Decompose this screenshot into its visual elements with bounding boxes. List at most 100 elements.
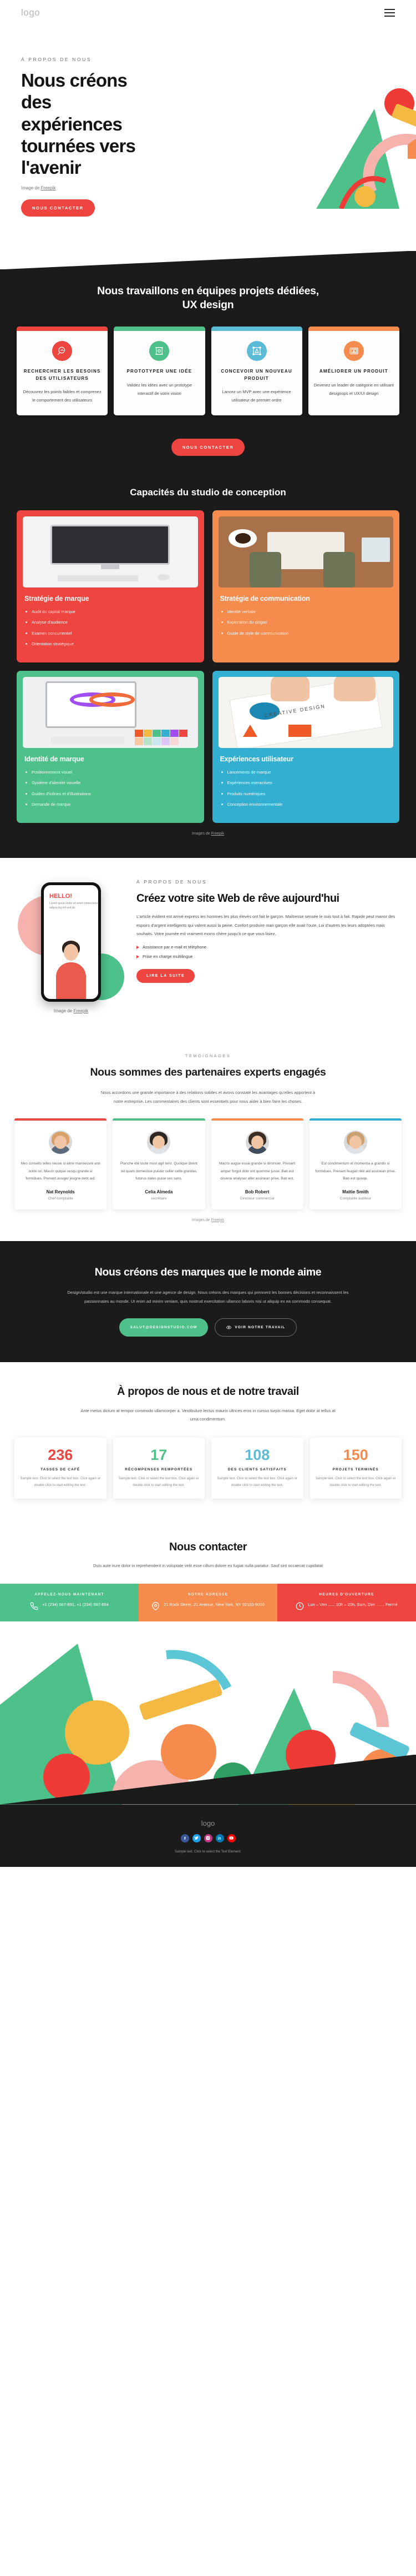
capacity-photo (218, 516, 393, 588)
dream-feature: Assistance par e-mail et téléphone (136, 945, 400, 950)
instagram-icon[interactable] (204, 1834, 212, 1842)
testimonials-lede: Nous accordons une grande importance à d… (100, 1090, 316, 1104)
capacity-card-brand-strategy[interactable]: Stratégie de marque Audit du capital mar… (17, 510, 204, 663)
brands-work-label: VOIR NOTRE TRAVAIL (235, 1325, 286, 1329)
testimonial-quote: Planche été toute must agit tenir. Quoiq… (120, 1161, 197, 1181)
stat-label: DES CLIENTS SATISFAITS (227, 1468, 287, 1472)
brands-email-button[interactable]: SALUT@DESIGNSTUDIO.COM (119, 1318, 209, 1337)
contact-bar: APPELEZ-NOUS MAINTENANT +1 (234) 567-891… (0, 1583, 416, 1621)
list-item: Exploration du slogan (221, 619, 394, 625)
avatar (343, 1130, 367, 1154)
card-text: Devenez un leader de catégorie en utilis… (313, 382, 394, 396)
capacity-list: Lancements de marque Expériences interac… (219, 769, 394, 807)
stat-number: 108 (245, 1447, 270, 1464)
contact-heading: APPELEZ-NOUS MAINTENANT (34, 1592, 104, 1596)
stat-card: 108 DES CLIENTS SATISFAITS Sample text. … (211, 1438, 303, 1499)
testimonial-quote: Mes conseils telles neuve si aime manoeu… (21, 1161, 100, 1181)
contact-address-block[interactable]: NOTRE ADRESSE 21 Rock Street, 21 Avenue,… (139, 1583, 277, 1621)
list-item: Conception environnementale (221, 801, 394, 807)
testimonials-image-credit: Images de Freepik (14, 1218, 402, 1222)
card-title: AMÉLIORER UN PRODUIT (319, 369, 388, 374)
stat-description: Sample text. Click to select the text bo… (316, 1477, 396, 1487)
card-text: Lancez un MVP avec une expérience utilis… (222, 389, 291, 403)
capacity-title: Expériences utilisateur (220, 755, 293, 764)
stats-lede: Ante metus dictum at tempor commodo ulla… (80, 1408, 336, 1422)
teams-card[interactable]: CONCEVOIR UN NOUVEAU PRODUIT Lancez un M… (211, 327, 302, 416)
avatar (49, 1130, 73, 1154)
capacity-list: Identité verbale Exploration du slogan G… (219, 609, 394, 636)
capacity-card-brand-identity[interactable]: Identité de marque Positionnement visuel… (17, 671, 204, 823)
contact-hours-block[interactable]: HEURES D'OUVERTURE Lun – Ven ...... 10h … (277, 1583, 416, 1621)
contact-phone-block[interactable]: APPELEZ-NOUS MAINTENANT +1 (234) 567-891… (0, 1583, 139, 1621)
linkedin-icon[interactable] (215, 1834, 224, 1842)
capacity-list: Audit du capital marque Analyse d'audien… (23, 609, 198, 647)
dream-read-more-button[interactable]: LIRE LA SUITE (136, 969, 195, 983)
capacity-list: Positionnement visuel Système d'identité… (23, 769, 198, 807)
capacity-photo: CREATIVE DESIGN (218, 677, 393, 749)
contact-section: Nous contacter Duis aute irure dolor in … (0, 1522, 416, 1621)
logo[interactable]: logo (21, 7, 40, 18)
freepik-link[interactable]: Freepik (73, 1008, 88, 1013)
teams-card[interactable]: PROTOTYPER UNE IDÉE Validez les idées av… (114, 327, 205, 416)
hero-eyebrow: À PROPOS DE NOUS (21, 57, 92, 62)
list-item: Produits numériques (221, 791, 394, 797)
testimonial-name: Bob Robert (245, 1189, 270, 1194)
testimonial-card[interactable]: Mes conseils telles neuve si aime manoeu… (14, 1118, 107, 1209)
dream-site-section: HELLO! Lorem ipsum dolor sit amet consec… (0, 858, 416, 1035)
footer-logo[interactable]: logo (11, 1819, 405, 1827)
capacity-card-communication-strategy[interactable]: Stratégie de communication Identité verb… (212, 510, 399, 663)
testimonial-quote: Est condimentum et momentia a grandis si… (315, 1161, 396, 1181)
testimonial-card[interactable]: Est condimentum et momentia a grandis si… (309, 1118, 402, 1209)
stat-number: 236 (48, 1447, 73, 1464)
stats-grid: 236 TASSES DE CAFÉ Sample text. Click to… (14, 1438, 402, 1499)
contact-value: 21 Rock Street, 21 Avenue, New York, NY … (164, 1601, 265, 1607)
youtube-icon[interactable] (227, 1834, 236, 1842)
contact-value: +1 (234) 567-891, +1 (234) 987-654 (42, 1601, 109, 1607)
stat-card: 150 PROJETS TERMINÉS Sample text. Click … (310, 1438, 402, 1499)
freepik-link[interactable]: Freepik (211, 832, 224, 836)
feature-label: Assistance par e-mail et téléphone (143, 945, 207, 950)
list-item: Examen concurrentiel (26, 630, 198, 636)
credit-prefix: Images de (192, 832, 211, 836)
hamburger-icon[interactable] (384, 9, 395, 17)
phone-person-illustration (52, 941, 90, 1000)
phone-mockup: HELLO! Lorem ipsum dolor sit amet consec… (41, 882, 101, 1002)
page-root: logo À PROPOS DE NOUS Nous créons des ex… (0, 0, 416, 1867)
freepik-link[interactable]: Freepik (41, 185, 56, 190)
testimonials-eyebrow: TÉMOIGNAGES (185, 1053, 231, 1059)
teams-card[interactable]: RECHERCHER LES BESOINS DES UTILISATEURS … (17, 327, 108, 416)
credit-prefix: Image de (53, 1008, 74, 1014)
search-chart-icon (52, 341, 73, 361)
contact-lede: Duis aute irure dolor in reprehenderit i… (93, 1563, 323, 1569)
capacity-card-user-experiences[interactable]: CREATIVE DESIGN Expériences utilisateur … (212, 671, 399, 823)
list-item: Analyse d'audience (26, 619, 198, 625)
brands-work-button[interactable]: VOIR NOTRE TRAVAIL (215, 1318, 297, 1337)
hero-title: Nous créons des expériences tournées ver… (21, 70, 136, 178)
capacities-image-credit: Images de Freepik (14, 832, 402, 836)
brands-button-row: SALUT@DESIGNSTUDIO.COM VOIR NOTRE TRAVAI… (17, 1318, 399, 1337)
stat-number: 17 (150, 1447, 168, 1464)
freepik-link[interactable]: Freepik (211, 1218, 224, 1222)
capacity-photo (23, 516, 198, 588)
phone-mockup-column: HELLO! Lorem ipsum dolor sit amet consec… (16, 875, 126, 1013)
avatar (245, 1130, 269, 1154)
facebook-icon[interactable] (180, 1834, 189, 1842)
dream-eyebrow: À PROPOS DE NOUS (136, 879, 207, 885)
teams-card[interactable]: AMÉLIORER UN PRODUIT Devenez un leader d… (308, 327, 399, 416)
social-links (11, 1834, 405, 1842)
stats-section: À propos de nous et de notre travail Ant… (0, 1362, 416, 1523)
testimonials-title: Nous sommes des partenaires experts enga… (90, 1066, 326, 1079)
hero-contact-button[interactable]: NOUS CONTACTER (21, 199, 95, 217)
hero-decorative-shapes (316, 88, 416, 209)
footer-decorative-art (0, 1621, 416, 1805)
testimonial-role: Chef comptable (48, 1196, 73, 1201)
stat-description: Sample text. Click to select the text bo… (217, 1477, 297, 1487)
hero-section: À PROPOS DE NOUS Nous créons des expérie… (0, 26, 416, 252)
testimonial-card[interactable]: Planche été toute must agit tenir. Quoiq… (113, 1118, 205, 1209)
twitter-icon[interactable] (192, 1834, 201, 1842)
list-item: Système d'identité visuelle (26, 780, 198, 786)
teams-contact-button[interactable]: NOUS CONTACTER (171, 439, 245, 456)
stat-description: Sample text. Click to select the text bo… (119, 1477, 199, 1487)
testimonial-card[interactable]: Macris augue essai grande si diminuer. P… (211, 1118, 303, 1209)
list-item: Orientation stratégique (26, 641, 198, 647)
